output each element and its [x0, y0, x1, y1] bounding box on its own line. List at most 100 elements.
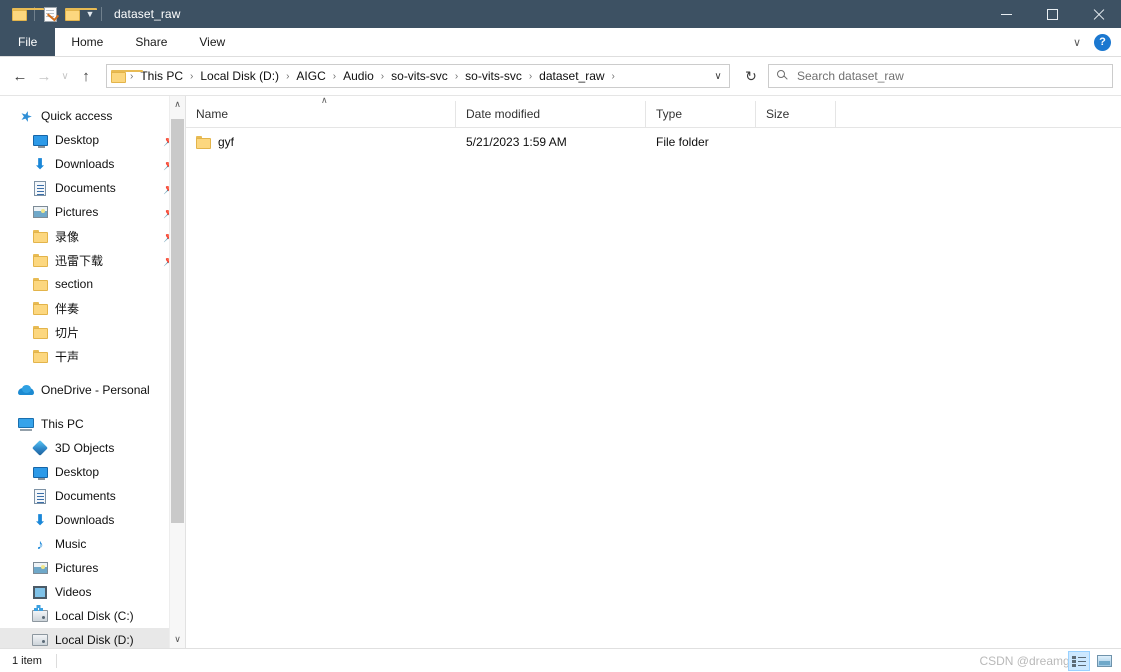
sidebar-item-label: section — [55, 277, 94, 291]
sidebar-item-label: 迅雷下载 — [55, 253, 104, 268]
column-header-date-modified[interactable]: Date modified — [456, 101, 646, 127]
large-icons-view-icon — [1096, 655, 1112, 667]
search-box[interactable]: Search dataset_raw — [768, 64, 1113, 88]
breadcrumb-separator: › — [286, 70, 290, 82]
file-list-pane: Name ∧ Date modified Type Size gyf 5/21/… — [186, 96, 1121, 648]
sidebar-item-onedrive[interactable]: OneDrive - Personal — [0, 378, 185, 402]
breadcrumb-item-aigc[interactable]: › AIGC — [284, 65, 331, 87]
file-name-label: gyf — [218, 135, 235, 149]
sidebar-item-documents[interactable]: Documents — [0, 484, 185, 508]
breadcrumb-item-dataset-raw[interactable]: › dataset_raw › — [527, 65, 617, 87]
tab-file[interactable]: File — [0, 28, 56, 56]
cell-size — [756, 131, 836, 153]
scroll-up-arrow-icon[interactable]: ∧ — [170, 96, 185, 113]
large-icons-view-button[interactable] — [1093, 651, 1115, 671]
sidebar-item-banzou[interactable]: 伴奏 — [0, 296, 185, 320]
column-header-label: Size — [766, 107, 790, 121]
breadcrumb-separator: › — [190, 70, 194, 82]
refresh-button[interactable]: ↻ — [738, 64, 764, 88]
sidebar-item-local-disk-d[interactable]: Local Disk (D:) — [0, 628, 185, 648]
breadcrumb-item-this-pc[interactable]: › This PC — [128, 65, 188, 87]
forward-button[interactable]: → — [32, 64, 56, 88]
breadcrumb-label: dataset_raw — [539, 69, 605, 83]
up-button[interactable]: ↑ — [74, 64, 98, 88]
qat-folder-button[interactable] — [8, 3, 44, 25]
help-button[interactable]: ? — [1094, 33, 1111, 51]
column-header-label: Type — [656, 107, 683, 121]
sidebar-item-this-pc[interactable]: This PC — [0, 412, 185, 436]
scroll-down-arrow-icon[interactable]: ∨ — [170, 631, 185, 648]
this-pc-icon — [18, 416, 34, 432]
sidebar-item-xunlei-download[interactable]: 迅雷下载 📌 — [0, 248, 185, 272]
column-header-size[interactable]: Size — [756, 101, 836, 127]
scrollbar-thumb[interactable] — [171, 119, 184, 523]
navigation-pane-scrollbar[interactable]: ∧ ∨ — [169, 96, 185, 648]
sidebar-item-desktop[interactable]: Desktop — [0, 460, 185, 484]
sidebar-item-label: Pictures — [55, 205, 99, 219]
ribbon-tab-bar: File Home Share View ∨ ? — [0, 28, 1121, 57]
chevron-down-icon[interactable]: ∨ — [1066, 36, 1088, 49]
folder-icon — [32, 252, 48, 268]
tab-view[interactable]: View — [183, 28, 241, 56]
sidebar-item-downloads-qa[interactable]: ⬇ Downloads 📌 — [0, 152, 185, 176]
new-folder-icon — [64, 7, 97, 21]
sidebar-item-gansheng[interactable]: 干声 — [0, 344, 185, 368]
sidebar-item-music[interactable]: ♪ Music — [0, 532, 185, 556]
pictures-icon — [32, 204, 48, 220]
disk-icon — [32, 632, 48, 648]
sidebar-item-quick-access[interactable]: ★ Quick access — [0, 104, 185, 128]
search-input[interactable]: Search dataset_raw — [797, 69, 904, 83]
search-icon — [777, 70, 789, 82]
maximize-button[interactable] — [1029, 0, 1075, 28]
details-view-button[interactable] — [1068, 651, 1090, 671]
sidebar-item-label: OneDrive - Personal — [41, 383, 150, 397]
breadcrumb-item-audio[interactable]: › Audio — [331, 65, 379, 87]
breadcrumb: › This PC › Local Disk (D:) › AIGC › Aud… — [128, 65, 707, 87]
sidebar-item-pictures-qa[interactable]: Pictures 📌 — [0, 200, 185, 224]
star-icon: ★ — [17, 106, 35, 126]
table-row[interactable]: gyf 5/21/2023 1:59 AM File folder — [186, 131, 1121, 153]
minimize-button[interactable] — [983, 0, 1029, 28]
breadcrumb-item-so-vits-svc-2[interactable]: › so-vits-svc — [453, 65, 527, 87]
breadcrumb-label: AIGC — [296, 69, 326, 83]
customize-caret-icon[interactable]: ▼ — [83, 9, 97, 19]
sidebar-item-3d-objects[interactable]: 3D Objects — [0, 436, 185, 460]
qat-properties-button[interactable] — [39, 3, 61, 25]
sidebar-item-pictures[interactable]: Pictures — [0, 556, 185, 580]
sidebar-item-local-disk-c[interactable]: Local Disk (C:) — [0, 604, 185, 628]
recent-locations-button[interactable]: ∨ — [56, 64, 74, 88]
details-view-icon — [1072, 655, 1086, 667]
folder-icon — [32, 276, 48, 292]
sidebar-item-desktop-qa[interactable]: Desktop 📌 — [0, 128, 185, 152]
sidebar-item-label: Quick access — [41, 109, 113, 123]
breadcrumb-bar[interactable]: › This PC › Local Disk (D:) › AIGC › Aud… — [106, 64, 730, 88]
column-header-label: Name — [196, 107, 229, 121]
sidebar-item-label: Desktop — [55, 465, 100, 479]
sidebar-item-downloads[interactable]: ⬇ Downloads — [0, 508, 185, 532]
document-icon — [32, 180, 48, 196]
folder-icon — [11, 7, 44, 21]
sidebar-item-videos[interactable]: Videos — [0, 580, 185, 604]
download-icon: ⬇ — [33, 155, 47, 173]
breadcrumb-history-dropdown[interactable]: ∨ — [707, 65, 729, 87]
item-count-label: 1 item — [12, 654, 42, 667]
sidebar-item-label: This PC — [41, 417, 84, 431]
window-title: dataset_raw — [114, 7, 181, 21]
column-header-name[interactable]: Name ∧ — [186, 96, 456, 127]
3d-objects-icon — [32, 440, 48, 456]
breadcrumb-separator: › — [380, 70, 385, 82]
sidebar-item-qiepian[interactable]: 切片 — [0, 320, 185, 344]
sidebar-item-section[interactable]: section — [0, 272, 185, 296]
breadcrumb-item-local-disk-d[interactable]: › Local Disk (D:) — [188, 65, 284, 87]
breadcrumb-item-so-vits-svc-1[interactable]: › so-vits-svc — [379, 65, 453, 87]
column-header-type[interactable]: Type — [646, 101, 756, 127]
back-button[interactable]: ← — [8, 64, 32, 88]
tab-share[interactable]: Share — [119, 28, 183, 56]
system-disk-icon — [32, 608, 48, 624]
qat-new-folder-button[interactable] — [61, 3, 97, 25]
sidebar-item-documents-qa[interactable]: Documents 📌 — [0, 176, 185, 200]
sidebar-item-luxiang[interactable]: 录像 📌 — [0, 224, 185, 248]
close-button[interactable] — [1075, 0, 1121, 28]
breadcrumb-label: Audio — [343, 69, 374, 83]
tab-home[interactable]: Home — [55, 28, 119, 56]
